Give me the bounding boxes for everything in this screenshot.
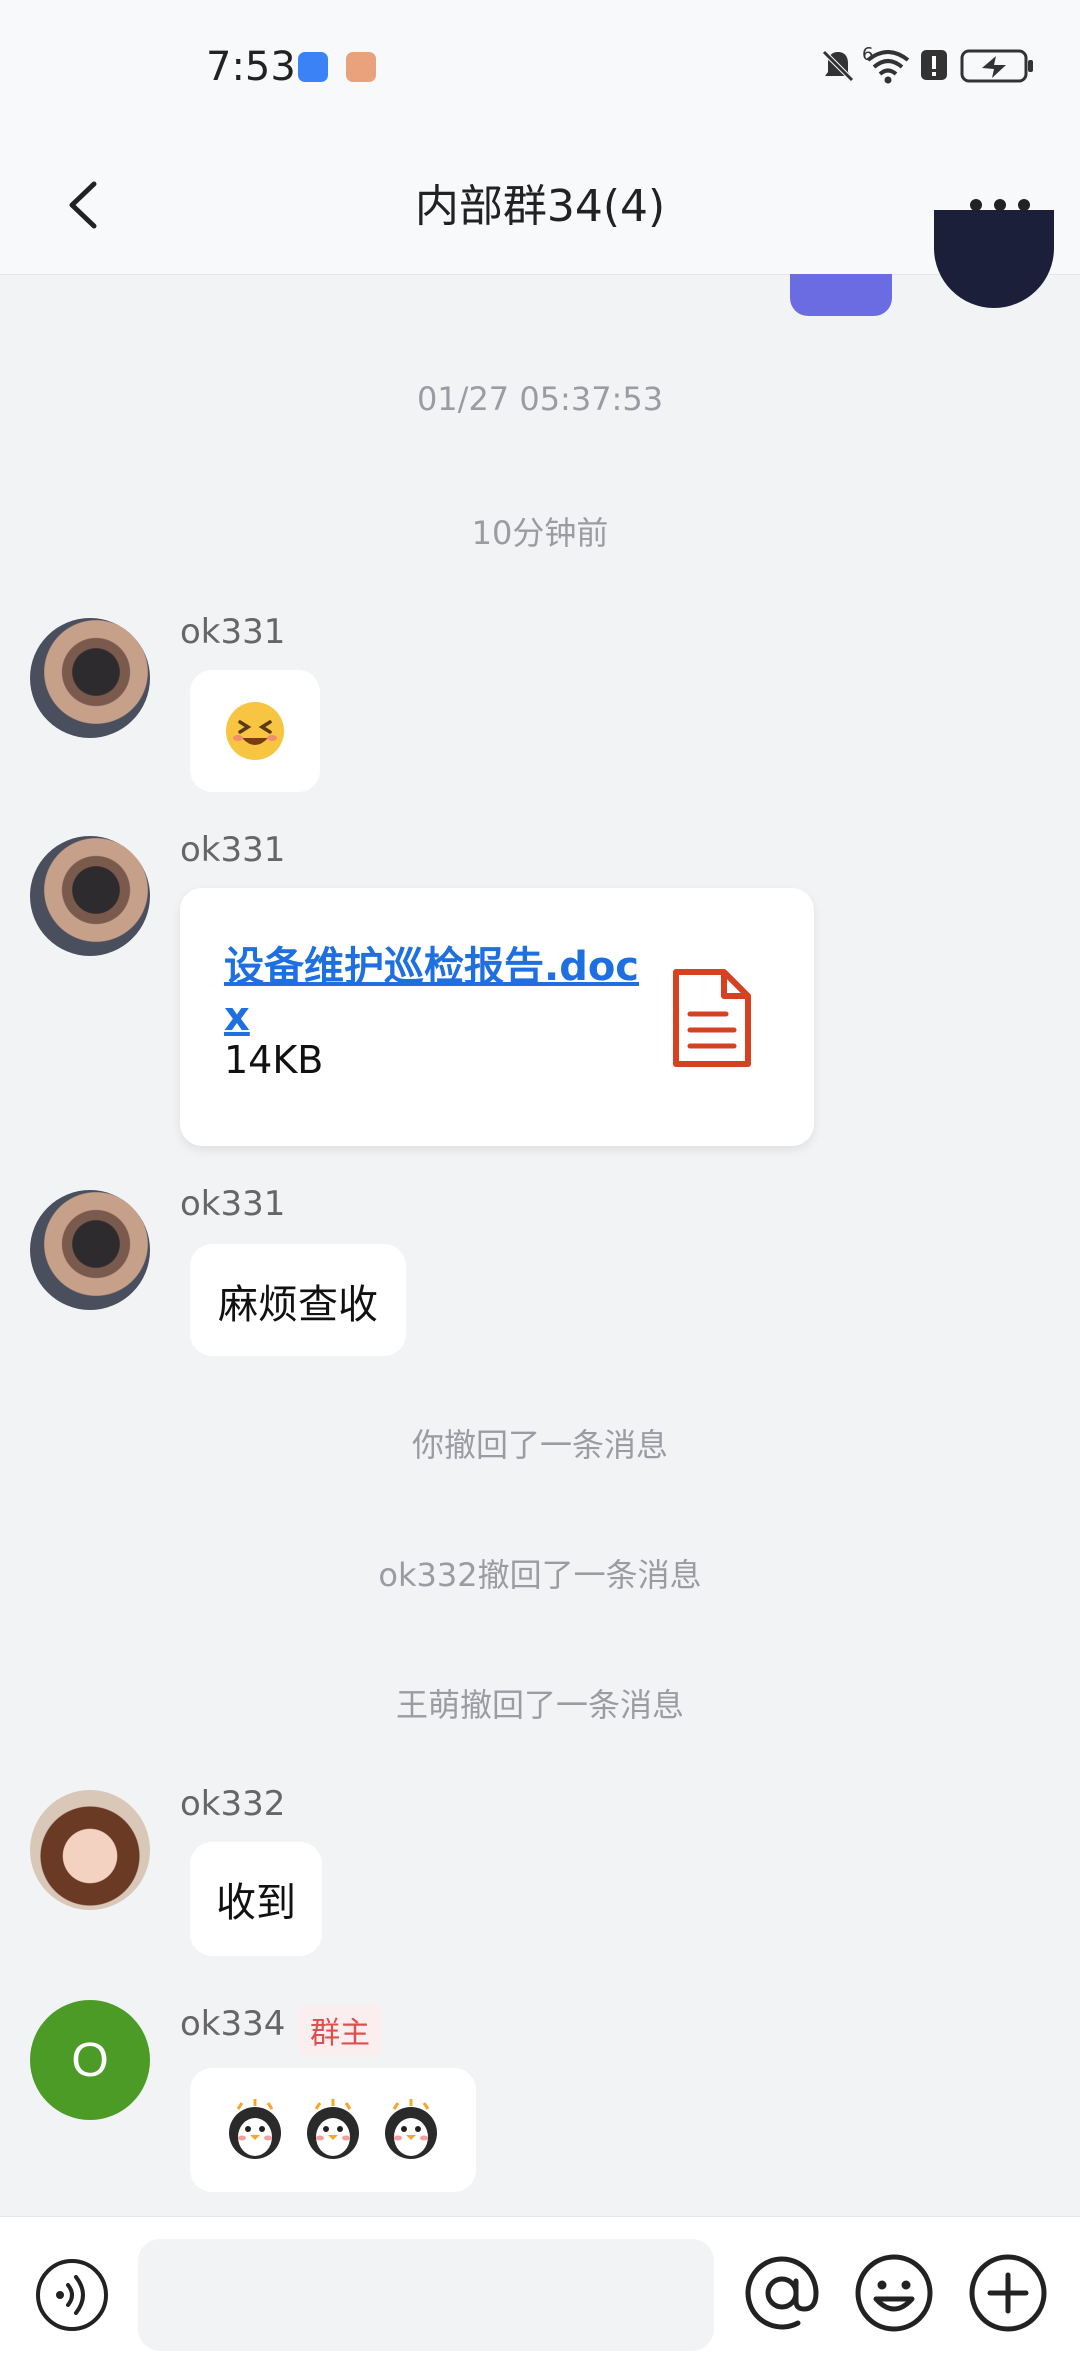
file-message-card[interactable]: 设备维护巡检报告.docx 14KB xyxy=(180,888,814,1146)
avatar[interactable]: O xyxy=(30,2000,150,2120)
message-bubble[interactable]: 收到 xyxy=(190,1842,322,1956)
document-icon xyxy=(673,969,751,1067)
message-text: 麻烦查收 xyxy=(218,1282,378,1328)
status-time: 7:53 xyxy=(206,44,296,90)
sender-name: ok331 xyxy=(180,612,286,652)
avatar[interactable] xyxy=(30,618,150,738)
sender-name: ok331 xyxy=(180,1184,286,1224)
my-avatar[interactable] xyxy=(934,210,1054,308)
group-owner-badge: 群主 xyxy=(298,2004,382,2056)
recall-notice: 王萌撤回了一条消息 xyxy=(395,1686,684,1724)
file-size: 14KB xyxy=(224,1038,324,1082)
voice-input-button[interactable] xyxy=(34,2257,110,2333)
message-text: 收到 xyxy=(216,1880,296,1926)
chat-header: 内部群34(4) xyxy=(0,140,1080,275)
emoji-button[interactable] xyxy=(852,2251,936,2335)
message-bubble[interactable] xyxy=(190,2068,476,2192)
penguin-sticker-icon xyxy=(307,2099,359,2159)
sender-name: ok332 xyxy=(180,1784,286,1824)
message-notification-icon xyxy=(346,52,376,82)
alert-icon xyxy=(921,50,947,80)
timestamp: 10分钟前 xyxy=(471,514,609,552)
message-bubble[interactable] xyxy=(190,670,320,792)
penguin-sticker-icon xyxy=(229,2099,281,2159)
sender-name: ok331 xyxy=(180,830,286,870)
battery-icon xyxy=(960,49,1033,83)
status-bar: 7:53 6 xyxy=(0,0,1080,140)
input-bar xyxy=(0,2216,1080,2377)
file-name-link[interactable]: 设备维护巡检报告.docx xyxy=(224,942,644,1042)
chat-title: 内部群34(4) xyxy=(414,181,666,232)
penguin-sticker-icon xyxy=(385,2099,437,2159)
avatar[interactable] xyxy=(30,1190,150,1310)
avatar-letter: O xyxy=(71,2033,109,2087)
message-bubble[interactable]: 麻烦查收 xyxy=(190,1244,406,1356)
grinning-squint-emoji-icon xyxy=(226,702,284,760)
avatar[interactable] xyxy=(30,1790,150,1910)
timestamp: 01/27 05:37:53 xyxy=(416,380,664,418)
mention-button[interactable] xyxy=(740,2251,824,2335)
mute-bell-icon xyxy=(822,50,854,82)
wifi-icon xyxy=(866,50,910,84)
partial-message-bubble[interactable] xyxy=(790,274,892,316)
usb-icon xyxy=(298,52,328,82)
recall-notice: 你撤回了一条消息 xyxy=(411,1426,668,1464)
more-actions-button[interactable] xyxy=(966,2251,1050,2335)
message-input[interactable] xyxy=(138,2239,714,2351)
avatar[interactable] xyxy=(30,836,150,956)
recall-notice: ok332撤回了一条消息 xyxy=(378,1556,702,1594)
sender-name: ok334 xyxy=(180,2004,286,2044)
